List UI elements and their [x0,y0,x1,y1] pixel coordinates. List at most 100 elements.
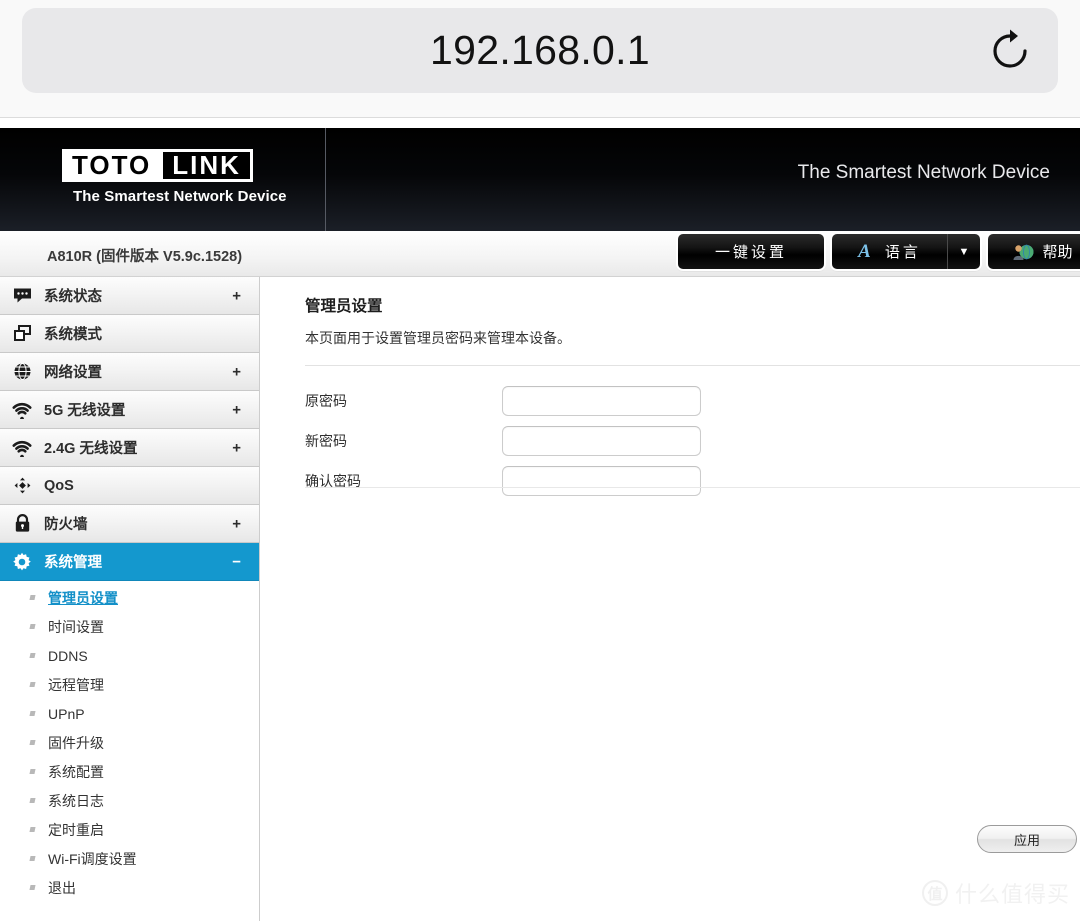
chat-bubble-icon [0,286,44,305]
old-password-label: 原密码 [305,393,347,409]
bullet-icon [29,682,36,687]
logo-link-box: LINK [159,149,253,182]
sidebar-item-label: QoS [44,477,74,494]
language-button[interactable]: A 语言 ▼ [832,234,980,269]
router-admin-page: TOTO LINK The Smartest Network Device Th… [0,119,1080,921]
sidebar-item-firewall[interactable]: 防火墙 + [0,505,259,543]
bullet-icon [29,856,36,861]
sidebar-subitem-label: UPnP [48,705,85,722]
sidebar-subitem-ddns[interactable]: DDNS [0,641,259,670]
sidebar-item-5g-wireless[interactable]: 5G 无线设置 + [0,391,259,429]
expand-toggle-icon[interactable]: + [232,402,241,417]
wifi-icon [0,401,44,419]
page-description: 本页面用于设置管理员密码来管理本设备。 [305,330,571,346]
gear-icon [0,552,44,572]
sidebar-subitem-upnp[interactable]: UPnP [0,699,259,728]
new-password-input[interactable] [502,426,701,456]
sidebar-subitem-remote-management[interactable]: 远程管理 [0,670,259,699]
bullet-icon [29,798,36,803]
globe-icon [0,362,44,381]
url-text: 192.168.0.1 [430,27,650,73]
old-password-input[interactable] [502,386,701,416]
bullet-icon [29,624,36,629]
divider-bottom [305,487,1080,488]
sidebar-subitem-firmware-upgrade[interactable]: 固件升级 [0,728,259,757]
sidebar-subitem-logout[interactable]: 退出 [0,873,259,902]
sidebar-subitem-label: DDNS [48,647,88,664]
expand-toggle-icon[interactable]: + [232,288,241,303]
sub-header: A810R (固件版本 V5.9c.1528) 一键设置 A 语言 ▼ 帮助 [0,231,1080,277]
sidebar-subitem-label: 定时重启 [48,821,104,838]
sidebar-item-network-settings[interactable]: 网络设置 + [0,353,259,391]
logo-tagline: The Smartest Network Device [73,188,287,205]
bullet-icon [29,740,36,745]
site-banner: TOTO LINK The Smartest Network Device Th… [0,128,1080,231]
sidebar-subitem-label: 固件升级 [48,734,104,751]
sidebar-subitem-system-config[interactable]: 系统配置 [0,757,259,786]
sidebar-subitem-time-settings[interactable]: 时间设置 [0,612,259,641]
language-a-icon: A [858,240,871,262]
admin-password-form: 原密码 新密码 确认密码 [305,381,1080,501]
expand-toggle-icon[interactable]: + [232,440,241,455]
sidebar-item-label: 系统模式 [44,327,102,343]
logo-link-text: LINK [163,150,250,180]
new-password-label: 新密码 [305,433,347,449]
sidebar-subitem-label: Wi-Fi调度设置 [48,850,137,867]
sidebar-item-system-mode[interactable]: 系统模式 [0,315,259,353]
page-body: 系统状态 + 系统模式 网络设置 + 5G 无线设置 + 2.4G 无线设置 +… [0,277,1080,921]
help-button[interactable]: 帮助 [988,234,1080,269]
chevron-down-icon[interactable]: ▼ [948,234,980,269]
sidebar-subitem-label: 管理员设置 [48,589,118,606]
sidebar-subitem-system-log[interactable]: 系统日志 [0,786,259,815]
sidebar-subitem-admin-settings[interactable]: 管理员设置 [0,583,259,612]
banner-tagline-right: The Smartest Network Device [797,162,1050,183]
sidebar-item-system-status[interactable]: 系统状态 + [0,277,259,315]
help-person-globe-icon [1012,241,1034,263]
help-label: 帮助 [1042,244,1073,261]
form-row-confirm-password: 确认密码 [305,461,1080,501]
wifi-icon [0,439,44,457]
browser-toolbar: 192.168.0.1 [0,0,1080,118]
bullet-icon [29,711,36,716]
collapse-toggle-icon[interactable]: − [232,554,241,569]
sidebar-subitem-wifi-schedule[interactable]: Wi-Fi调度设置 [0,844,259,873]
logo-toto-text: TOTO [62,149,160,182]
sidebar-submenu-system-management: 管理员设置 时间设置 DDNS 远程管理 UPnP 固件升级 系统配置 系统日志… [0,581,259,902]
form-row-new-password: 新密码 [305,421,1080,461]
sidebar-subitem-label: 远程管理 [48,676,104,693]
bullet-icon [29,769,36,774]
language-button-main[interactable]: A 语言 [832,234,948,269]
url-bar[interactable]: 192.168.0.1 [22,8,1058,93]
main-content: 管理员设置 本页面用于设置管理员密码来管理本设备。 原密码 新密码 确认密码 [261,277,1080,921]
model-firmware-text: A810R (固件版本 V5.9c.1528) [47,249,243,265]
sidebar-item-label: 2.4G 无线设置 [44,441,138,457]
divider-top [305,365,1080,366]
sidebar-subitem-label: 系统配置 [48,763,104,780]
sidebar-item-label: 系统状态 [44,289,102,305]
windows-icon [0,324,44,343]
sidebar-item-label: 防火墙 [44,517,88,533]
onekey-setup-button[interactable]: 一键设置 [678,234,824,269]
sidebar-item-qos[interactable]: QoS [0,467,259,505]
sidebar-subitem-scheduled-reboot[interactable]: 定时重启 [0,815,259,844]
form-row-old-password: 原密码 [305,381,1080,421]
sidebar-subitem-label: 退出 [48,879,76,896]
expand-toggle-icon[interactable]: + [232,364,241,379]
sidebar-subitem-label: 时间设置 [48,618,104,635]
bullet-icon [29,885,36,890]
confirm-password-input[interactable] [502,466,701,496]
sidebar-item-label: 系统管理 [44,555,102,571]
bullet-icon [29,653,36,658]
apply-button[interactable]: 应用 [977,825,1077,853]
lock-icon [0,514,44,533]
sidebar-nav: 系统状态 + 系统模式 网络设置 + 5G 无线设置 + 2.4G 无线设置 +… [0,277,260,921]
sidebar-subitem-label: 系统日志 [48,792,104,809]
sidebar-item-system-management[interactable]: 系统管理 − [0,543,259,581]
sidebar-item-24g-wireless[interactable]: 2.4G 无线设置 + [0,429,259,467]
bullet-icon [29,827,36,832]
reload-icon[interactable] [986,27,1034,75]
expand-toggle-icon[interactable]: + [232,516,241,531]
sidebar-item-label: 5G 无线设置 [44,403,126,419]
logo-panel: TOTO LINK The Smartest Network Device [0,128,326,231]
bullet-icon [29,595,36,600]
